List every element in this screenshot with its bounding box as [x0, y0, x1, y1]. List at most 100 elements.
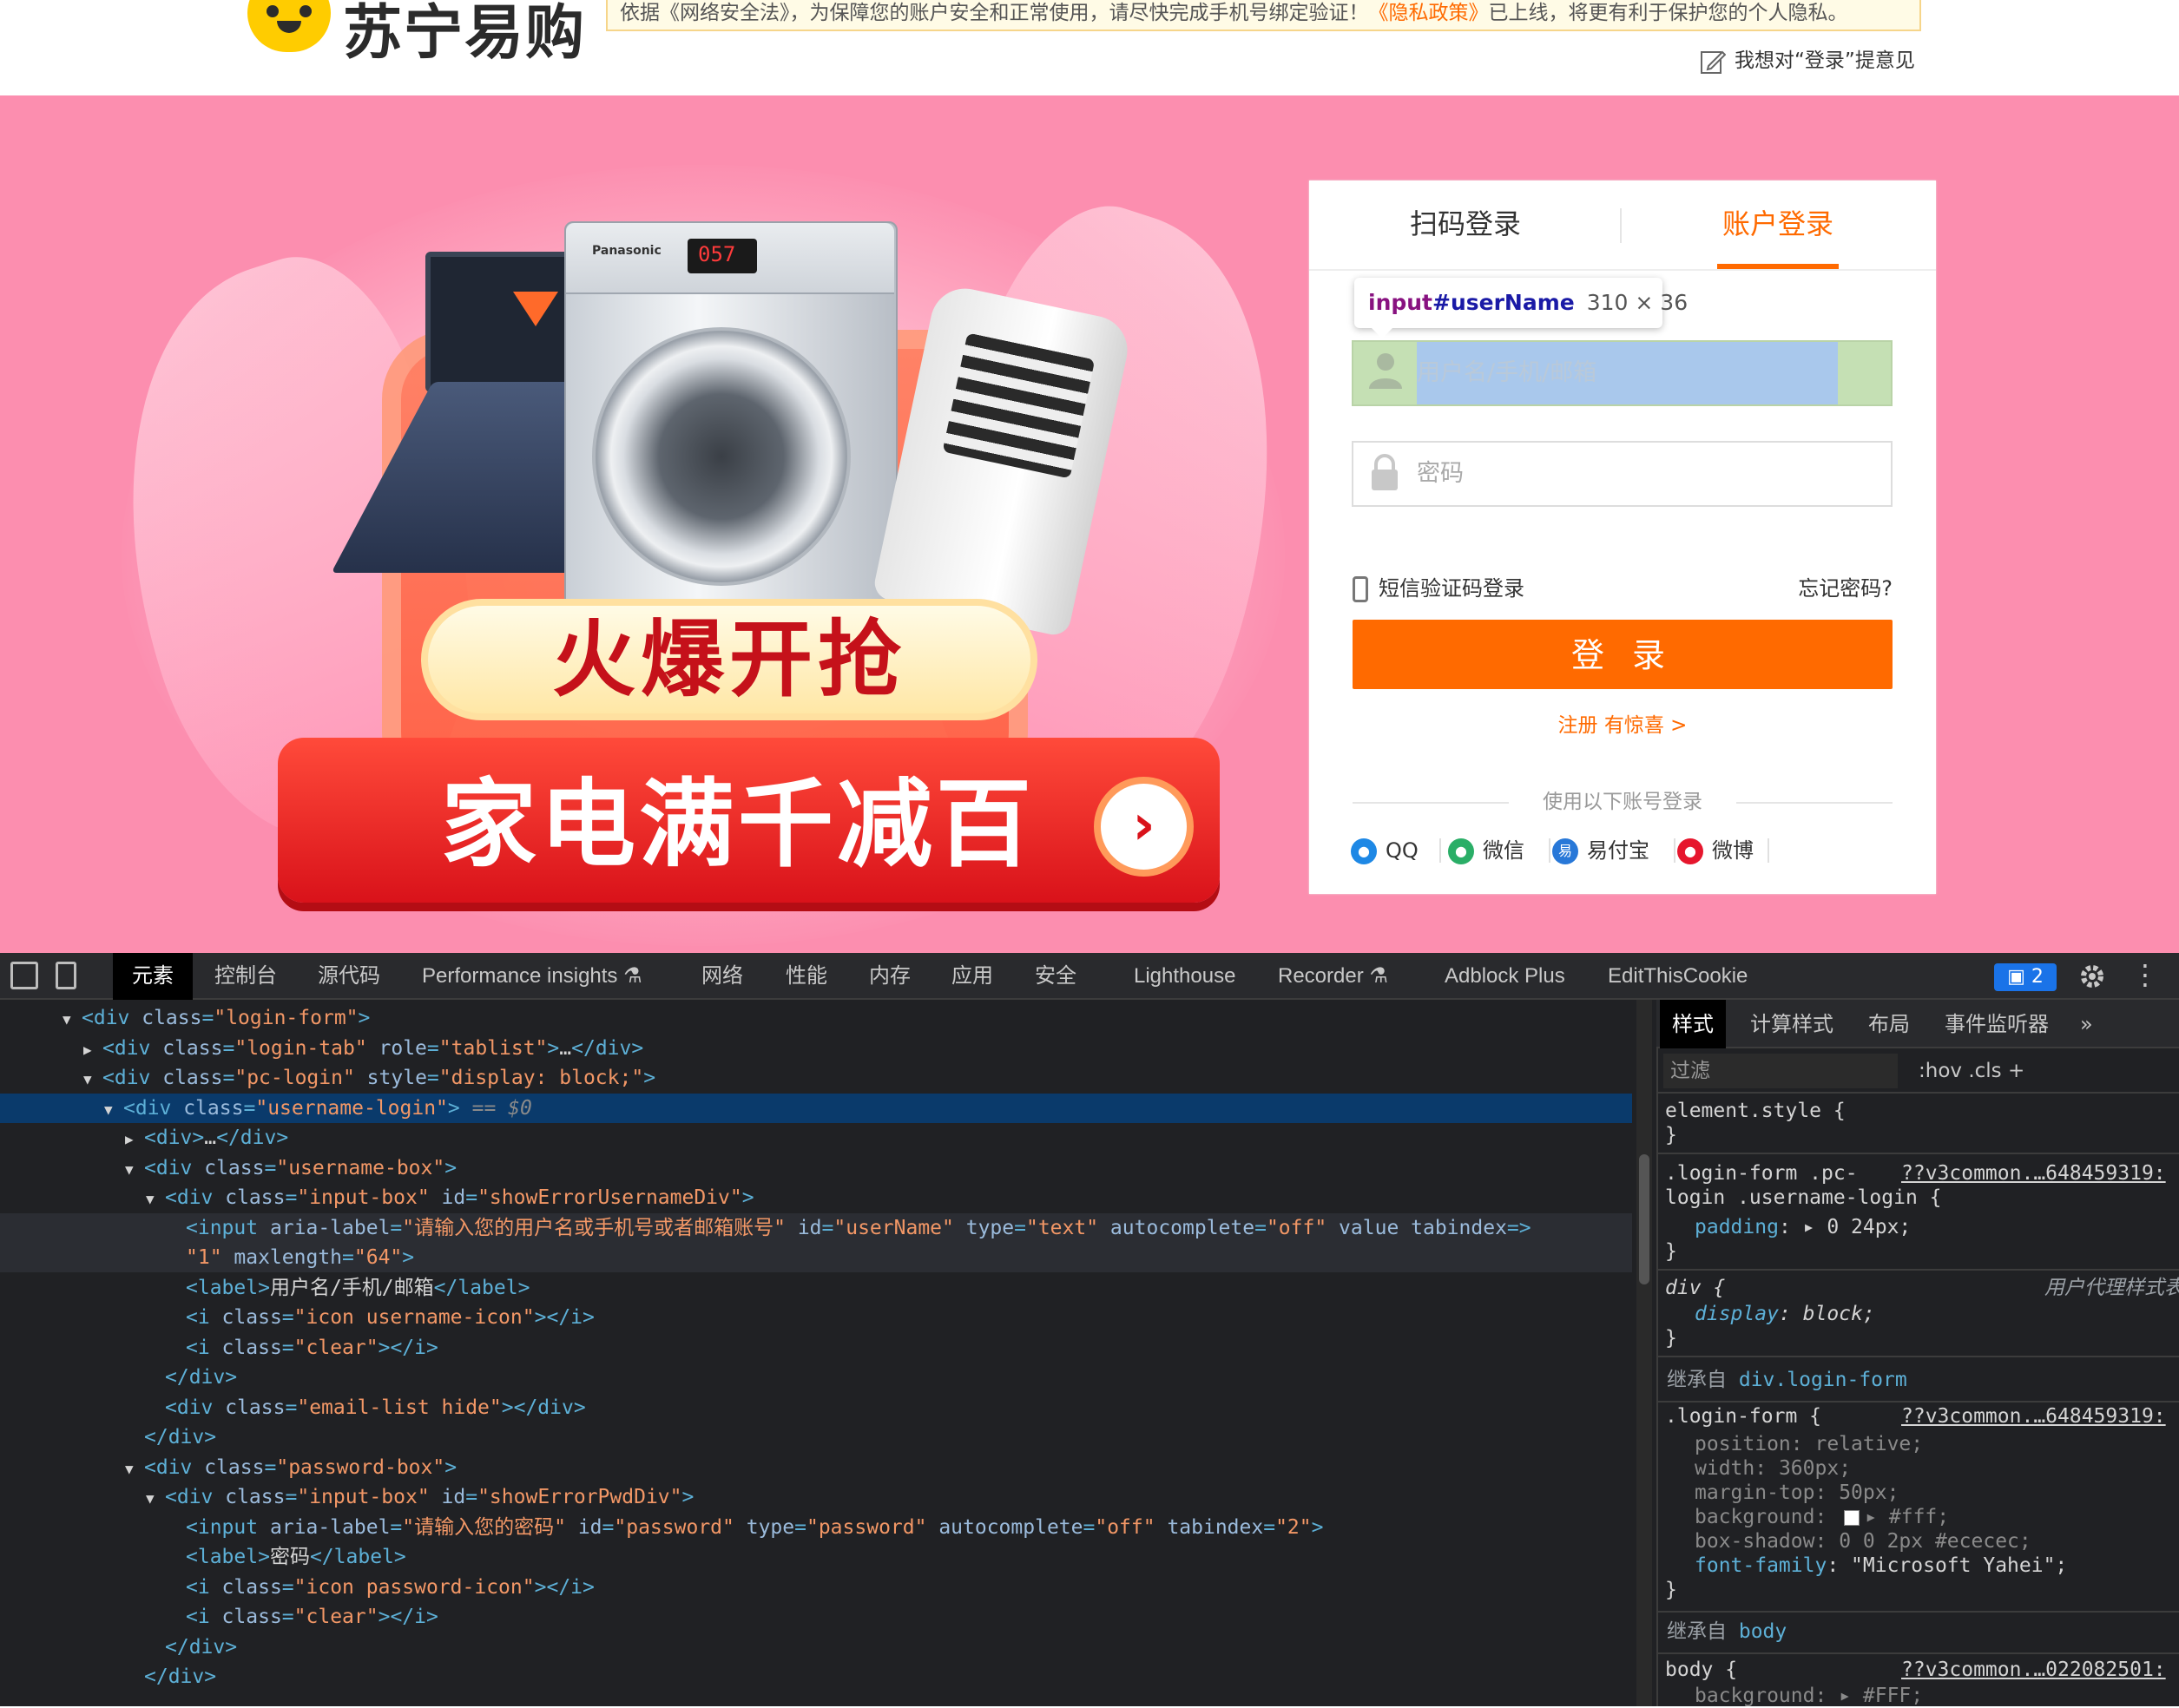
wechat-login[interactable]: ● 微信 — [1448, 831, 1524, 870]
tab-editthiscookie[interactable]: EditThisCookie — [1608, 953, 1748, 1000]
styles-filter-tools[interactable]: :hov .cls + — [1919, 1054, 2024, 1088]
issues-badge[interactable]: ▣ 2 — [1994, 963, 2057, 991]
tab-memory[interactable]: 内存 — [869, 953, 911, 1000]
dom-attr-name: type — [734, 1515, 795, 1539]
dom-node-content: <i class="icon username-icon"></i> — [167, 1303, 595, 1332]
tab-network[interactable]: 网络 — [701, 953, 743, 1000]
tab-performance[interactable]: 性能 — [786, 953, 827, 1000]
rule3-property[interactable]: position: relative; — [1695, 1432, 1923, 1456]
dom-node-line[interactable]: "1" maxlength="64"> — [0, 1243, 1632, 1272]
tab-event-listeners[interactable]: 事件监听器 — [1945, 1000, 2049, 1048]
rule2-prop-value: block; — [1802, 1303, 1875, 1325]
styles-filter-input[interactable]: 过滤 — [1663, 1054, 1898, 1088]
dom-attr-value: "pc-login" — [234, 1067, 355, 1089]
chevron-right-icon[interactable]: › — [1094, 777, 1194, 877]
dom-node-line[interactable]: ▼ <div class="login-form"> — [0, 1003, 1632, 1033]
tab-performance-insights[interactable]: Performance insights ⚗ — [422, 953, 642, 1000]
dom-punct: > — [534, 1306, 547, 1329]
issues-count: 2 — [2031, 966, 2044, 988]
inherited-selector[interactable]: body — [1739, 1620, 1787, 1643]
dom-node-line[interactable]: ▶ <div class="login-tab" role="tablist">…… — [0, 1034, 1632, 1063]
tab-security[interactable]: 安全 — [1035, 953, 1076, 1000]
more-options-icon[interactable]: ⋮ — [2131, 961, 2159, 991]
rule3-property[interactable]: margin-top: 50px; — [1695, 1481, 1899, 1505]
inherited-selector[interactable]: div.login-form — [1739, 1369, 1907, 1391]
tab-elements[interactable]: 元素 — [113, 953, 193, 1000]
rule3-prop-value: 0 0 2px #ececec; — [1839, 1530, 2031, 1553]
rule2-property[interactable]: display: block; — [1695, 1302, 1875, 1326]
dom-node-line[interactable]: <input aria-label="请输入您的密码" id="password… — [0, 1513, 1632, 1542]
elements-scroll-thumb[interactable] — [1639, 1154, 1649, 1284]
dom-attr-value: "login-form" — [214, 1007, 359, 1029]
more-tabs-icon[interactable]: » — [2080, 1000, 2093, 1048]
qq-login[interactable]: ● QQ — [1351, 831, 1419, 870]
tab-recorder[interactable]: Recorder ⚗ — [1278, 953, 1388, 1000]
rule4-property[interactable]: background: ▸ #FFF; — [1695, 1684, 1923, 1708]
dom-node-line[interactable]: ▼ <div class="username-box"> — [0, 1153, 1632, 1183]
dom-node-line[interactable]: <i class="icon password-icon"></i> — [0, 1573, 1632, 1602]
dom-punct: = — [281, 1306, 294, 1329]
tab-lighthouse[interactable]: Lighthouse — [1134, 953, 1235, 1000]
dom-node-line[interactable]: ▼ <div class="pc-login" style="display: b… — [0, 1063, 1632, 1093]
dom-punct: = — [285, 1186, 298, 1209]
rule3-property[interactable]: font-family: "Microsoft Yahei"; — [1695, 1554, 2067, 1578]
rule3-property[interactable]: box-shadow: 0 0 2px #ececec; — [1695, 1529, 2031, 1554]
forgot-password-link[interactable]: 忘记密码? — [1780, 571, 1893, 606]
device-toolbar-icon[interactable] — [56, 962, 76, 989]
feedback-link[interactable]: 我想对“登录”提意见 — [1700, 43, 1915, 78]
dom-node-line[interactable]: <i class="clear"></i> — [0, 1333, 1632, 1363]
rule3-selector[interactable]: .login-form { — [1665, 1404, 1821, 1429]
dom-node-line[interactable]: ▼ <div class="password-box"> — [0, 1453, 1632, 1482]
rule3-property[interactable]: background: ▸ #fff; — [1695, 1505, 1949, 1529]
dom-node-line[interactable]: <label>用户名/手机/邮箱</label> — [0, 1273, 1632, 1303]
tab-console[interactable]: 控制台 — [214, 953, 277, 1000]
rule3-prop-name: background — [1695, 1506, 1815, 1528]
privacy-policy-link[interactable]: 《隐私政策》 — [1369, 2, 1489, 24]
gear-icon[interactable] — [2077, 962, 2107, 991]
tab-computed[interactable]: 计算样式 — [1750, 1000, 1833, 1048]
color-swatch[interactable] — [1844, 1509, 1860, 1526]
dom-node-line[interactable]: <label>密码</label> — [0, 1542, 1632, 1572]
dom-node-line[interactable]: ▼ <div class="username-login"> == $0 — [0, 1093, 1632, 1123]
dom-node-line[interactable]: </div> — [0, 1363, 1632, 1392]
dom-node-content: </div> — [125, 1662, 216, 1692]
yifubao-login[interactable]: 易易付宝 — [1552, 831, 1649, 870]
tab-qr-login[interactable]: 扫码登录 — [1309, 181, 1622, 267]
dom-node-line[interactable]: ▼ <div class="input-box" id="showErrorUse… — [0, 1183, 1632, 1212]
rule1-selector-1[interactable]: .login-form .pc- — [1665, 1161, 1858, 1186]
tab-adblock-plus[interactable]: Adblock Plus — [1445, 953, 1565, 1000]
inspect-element-icon[interactable] — [10, 962, 38, 989]
dom-node-line[interactable]: <i class="clear"></i> — [0, 1602, 1632, 1632]
rule3-source-link[interactable]: ??v3common.…648459319: — [1901, 1404, 2166, 1429]
dom-node-line[interactable]: <i class="icon username-icon"></i> — [0, 1303, 1632, 1332]
site-logo[interactable]: 苏宁易购 — [247, 0, 586, 68]
tab-application[interactable]: 应用 — [951, 953, 993, 1000]
rule1-source-link[interactable]: ??v3common.…648459319: — [1901, 1161, 2166, 1186]
tab-account-login[interactable]: 账户登录 — [1622, 181, 1934, 267]
dom-node-line[interactable]: </div> — [0, 1632, 1632, 1662]
dom-end-tag: </div> — [165, 1366, 238, 1389]
login-button[interactable]: 登 录 — [1353, 620, 1893, 689]
rule3-property[interactable]: width: 360px; — [1695, 1456, 1851, 1481]
rule3-prop-value: "Microsoft Yahei"; — [1851, 1554, 2068, 1577]
elements-scrollbar[interactable] — [1636, 1000, 1652, 1706]
tab-layout[interactable]: 布局 — [1868, 1000, 1910, 1048]
tab-styles[interactable]: 样式 — [1660, 1000, 1726, 1048]
dom-node-line[interactable]: <div class="email-list hide"></div> — [0, 1393, 1632, 1422]
rule1-property[interactable]: padding: ▸ 0 24px; — [1695, 1215, 1911, 1239]
rule1-selector-2[interactable]: login .username-login { — [1665, 1186, 1942, 1210]
rule4-source-link[interactable]: ??v3common.…022082501: — [1901, 1658, 2166, 1682]
dom-node-line[interactable]: <input aria-label="请输入您的用户名或手机号或者邮箱账号" i… — [0, 1212, 1632, 1243]
dom-node-content: <label>用户名/手机/邮箱</label> — [167, 1273, 530, 1303]
dom-node-line[interactable]: </div> — [0, 1662, 1632, 1692]
sms-login-link[interactable]: 短信验证码登录 — [1353, 571, 1524, 606]
register-link[interactable]: 注册 有惊喜 > — [1353, 710, 1893, 741]
dom-node-line[interactable]: ▶ <div>…</div> — [0, 1123, 1632, 1153]
rule2-selector[interactable]: div { — [1665, 1276, 1725, 1300]
element-style-rule[interactable]: element.style { — [1665, 1099, 1846, 1123]
dom-node-line[interactable]: ▼ <div class="input-box" id="showErrorPwd… — [0, 1482, 1632, 1512]
rule4-selector[interactable]: body { — [1665, 1658, 1737, 1682]
tab-sources[interactable]: 源代码 — [318, 953, 380, 1000]
weibo-login[interactable]: ● 微博 — [1677, 831, 1754, 870]
dom-node-line[interactable]: </div> — [0, 1422, 1632, 1452]
